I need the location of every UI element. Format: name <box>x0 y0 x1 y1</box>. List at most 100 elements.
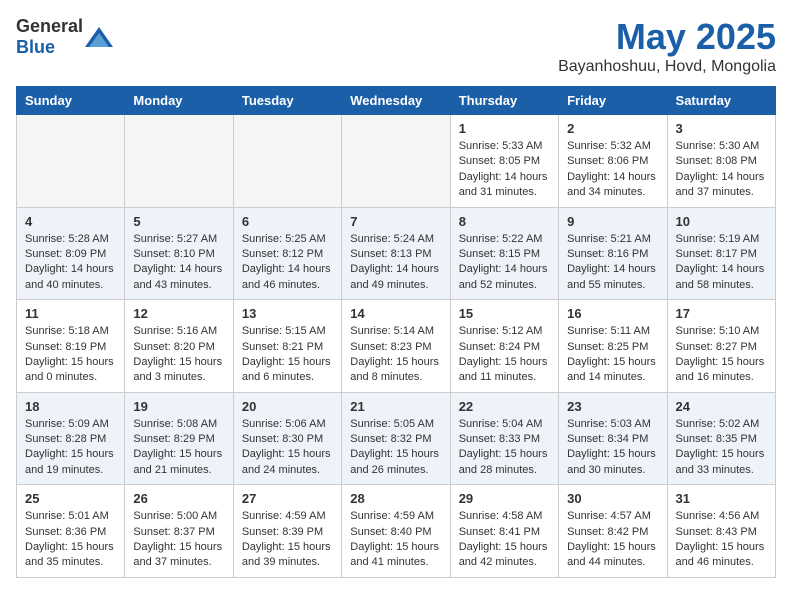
calendar-cell: 17Sunrise: 5:10 AMSunset: 8:27 PMDayligh… <box>667 300 775 393</box>
day-number: 13 <box>242 306 333 321</box>
cell-content: Sunrise: 5:02 AMSunset: 8:35 PMDaylight:… <box>676 417 767 479</box>
calendar-cell: 13 Sunrise: 5:15 AMSunset: 8:21 PMDayligh… <box>233 300 341 393</box>
cell-content: Sunrise: 5:24 AMSunset: 8:13 PMDaylight:… <box>350 232 441 294</box>
header-row: SundayMondayTuesdayWednesdayThursdayFrid… <box>17 87 776 115</box>
day-number: 6 <box>242 214 333 229</box>
calendar-cell: 30 Sunrise: 4:57 AMSunset: 8:42 PMDayligh… <box>559 485 667 578</box>
cell-content: Sunrise: 5:09 AMSunset: 8:28 PMDaylight:… <box>25 417 116 479</box>
calendar-cell: 23 Sunrise: 5:03 AMSunset: 8:34 PMDayligh… <box>559 392 667 485</box>
day-number: 31 <box>676 491 767 506</box>
calendar-cell: 9 Sunrise: 5:21 AMSunset: 8:16 PMDaylight… <box>559 207 667 300</box>
cell-content: Sunrise: 5:21 AMSunset: 8:16 PMDaylight:… <box>567 232 658 294</box>
week-row-5: 25Sunrise: 5:01 AMSunset: 8:36 PMDayligh… <box>17 485 776 578</box>
calendar-cell: 16Sunrise: 5:11 AMSunset: 8:25 PMDayligh… <box>559 300 667 393</box>
day-header-saturday: Saturday <box>667 87 775 115</box>
calendar-cell: 15 Sunrise: 5:12 AMSunset: 8:24 PMDayligh… <box>450 300 558 393</box>
day-number: 9 <box>567 214 658 229</box>
day-number: 7 <box>350 214 441 229</box>
day-number: 23 <box>567 399 658 414</box>
cell-content: Sunrise: 5:33 AMSunset: 8:05 PMDaylight:… <box>459 139 550 201</box>
calendar-table: SundayMondayTuesdayWednesdayThursdayFrid… <box>16 86 776 578</box>
cell-content: Sunrise: 5:16 AMSunset: 8:20 PMDaylight:… <box>133 324 224 386</box>
cell-content: Sunrise: 5:00 AMSunset: 8:37 PMDaylight:… <box>133 509 224 571</box>
logo-general-text: General <box>16 16 83 36</box>
day-number: 28 <box>350 491 441 506</box>
day-number: 18 <box>25 399 116 414</box>
day-header-thursday: Thursday <box>450 87 558 115</box>
title-block: May 2025 Bayanhoshuu, Hovd, Mongolia <box>558 16 776 76</box>
day-header-wednesday: Wednesday <box>342 87 450 115</box>
day-number: 12 <box>133 306 224 321</box>
cell-content: Sunrise: 4:57 AMSunset: 8:42 PMDaylight:… <box>567 509 658 571</box>
day-number: 14 <box>350 306 441 321</box>
calendar-cell: 19Sunrise: 5:08 AMSunset: 8:29 PMDayligh… <box>125 392 233 485</box>
calendar-cell: 14 Sunrise: 5:14 AMSunset: 8:23 PMDayligh… <box>342 300 450 393</box>
cell-content: Sunrise: 4:59 AMSunset: 8:39 PMDaylight:… <box>242 509 333 571</box>
week-row-3: 11 Sunrise: 5:18 AMSunset: 8:19 PMDayligh… <box>17 300 776 393</box>
calendar-cell: 31 Sunrise: 4:56 AMSunset: 8:43 PMDayligh… <box>667 485 775 578</box>
cell-content: Sunrise: 5:15 AMSunset: 8:21 PMDaylight:… <box>242 324 333 386</box>
calendar-cell: 27 Sunrise: 4:59 AMSunset: 8:39 PMDayligh… <box>233 485 341 578</box>
day-number: 22 <box>459 399 550 414</box>
calendar-cell: 6Sunrise: 5:25 AMSunset: 8:12 PMDaylight… <box>233 207 341 300</box>
week-row-2: 4 Sunrise: 5:28 AMSunset: 8:09 PMDaylight… <box>17 207 776 300</box>
day-header-friday: Friday <box>559 87 667 115</box>
calendar-cell: 28 Sunrise: 4:59 AMSunset: 8:40 PMDayligh… <box>342 485 450 578</box>
location-text: Bayanhoshuu, Hovd, Mongolia <box>558 58 776 76</box>
calendar-cell <box>17 115 125 208</box>
cell-content: Sunrise: 5:28 AMSunset: 8:09 PMDaylight:… <box>25 232 116 294</box>
day-number: 2 <box>567 121 658 136</box>
cell-content: Sunrise: 5:03 AMSunset: 8:34 PMDaylight:… <box>567 417 658 479</box>
calendar-cell: 1 Sunrise: 5:33 AMSunset: 8:05 PMDaylight… <box>450 115 558 208</box>
calendar-cell: 20 Sunrise: 5:06 AMSunset: 8:30 PMDayligh… <box>233 392 341 485</box>
cell-content: Sunrise: 5:19 AMSunset: 8:17 PMDaylight:… <box>676 232 767 294</box>
calendar-cell: 26Sunrise: 5:00 AMSunset: 8:37 PMDayligh… <box>125 485 233 578</box>
calendar-cell: 24 Sunrise: 5:02 AMSunset: 8:35 PMDayligh… <box>667 392 775 485</box>
cell-content: Sunrise: 5:32 AMSunset: 8:06 PMDaylight:… <box>567 139 658 201</box>
calendar-cell: 18 Sunrise: 5:09 AMSunset: 8:28 PMDayligh… <box>17 392 125 485</box>
day-number: 5 <box>133 214 224 229</box>
calendar-cell: 8 Sunrise: 5:22 AMSunset: 8:15 PMDaylight… <box>450 207 558 300</box>
day-header-monday: Monday <box>125 87 233 115</box>
day-number: 24 <box>676 399 767 414</box>
cell-content: Sunrise: 5:14 AMSunset: 8:23 PMDaylight:… <box>350 324 441 386</box>
logo-blue-text: Blue <box>16 37 55 57</box>
cell-content: Sunrise: 5:30 AMSunset: 8:08 PMDaylight:… <box>676 139 767 201</box>
calendar-cell: 22 Sunrise: 5:04 AMSunset: 8:33 PMDayligh… <box>450 392 558 485</box>
day-number: 19 <box>133 399 224 414</box>
day-number: 3 <box>676 121 767 136</box>
month-title: May 2025 <box>558 16 776 58</box>
cell-content: Sunrise: 5:06 AMSunset: 8:30 PMDaylight:… <box>242 417 333 479</box>
day-number: 11 <box>25 306 116 321</box>
cell-content: Sunrise: 5:18 AMSunset: 8:19 PMDaylight:… <box>25 324 116 386</box>
day-number: 8 <box>459 214 550 229</box>
page-header: General Blue May 2025 Bayanhoshuu, Hovd,… <box>16 16 776 76</box>
cell-content: Sunrise: 4:59 AMSunset: 8:40 PMDaylight:… <box>350 509 441 571</box>
cell-content: Sunrise: 5:04 AMSunset: 8:33 PMDaylight:… <box>459 417 550 479</box>
calendar-cell: 29 Sunrise: 4:58 AMSunset: 8:41 PMDayligh… <box>450 485 558 578</box>
day-number: 10 <box>676 214 767 229</box>
cell-content: Sunrise: 5:05 AMSunset: 8:32 PMDaylight:… <box>350 417 441 479</box>
calendar-cell <box>233 115 341 208</box>
calendar-cell <box>342 115 450 208</box>
day-number: 4 <box>25 214 116 229</box>
day-number: 20 <box>242 399 333 414</box>
day-number: 15 <box>459 306 550 321</box>
calendar-cell: 25Sunrise: 5:01 AMSunset: 8:36 PMDayligh… <box>17 485 125 578</box>
logo-icon <box>85 23 113 51</box>
week-row-1: 1 Sunrise: 5:33 AMSunset: 8:05 PMDaylight… <box>17 115 776 208</box>
day-number: 21 <box>350 399 441 414</box>
cell-content: Sunrise: 5:12 AMSunset: 8:24 PMDaylight:… <box>459 324 550 386</box>
week-row-4: 18 Sunrise: 5:09 AMSunset: 8:28 PMDayligh… <box>17 392 776 485</box>
day-number: 30 <box>567 491 658 506</box>
cell-content: Sunrise: 4:56 AMSunset: 8:43 PMDaylight:… <box>676 509 767 571</box>
calendar-cell: 5Sunrise: 5:27 AMSunset: 8:10 PMDaylight… <box>125 207 233 300</box>
cell-content: Sunrise: 4:58 AMSunset: 8:41 PMDaylight:… <box>459 509 550 571</box>
cell-content: Sunrise: 5:01 AMSunset: 8:36 PMDaylight:… <box>25 509 116 571</box>
day-number: 1 <box>459 121 550 136</box>
calendar-cell: 10 Sunrise: 5:19 AMSunset: 8:17 PMDayligh… <box>667 207 775 300</box>
day-number: 29 <box>459 491 550 506</box>
day-header-tuesday: Tuesday <box>233 87 341 115</box>
day-number: 27 <box>242 491 333 506</box>
cell-content: Sunrise: 5:22 AMSunset: 8:15 PMDaylight:… <box>459 232 550 294</box>
